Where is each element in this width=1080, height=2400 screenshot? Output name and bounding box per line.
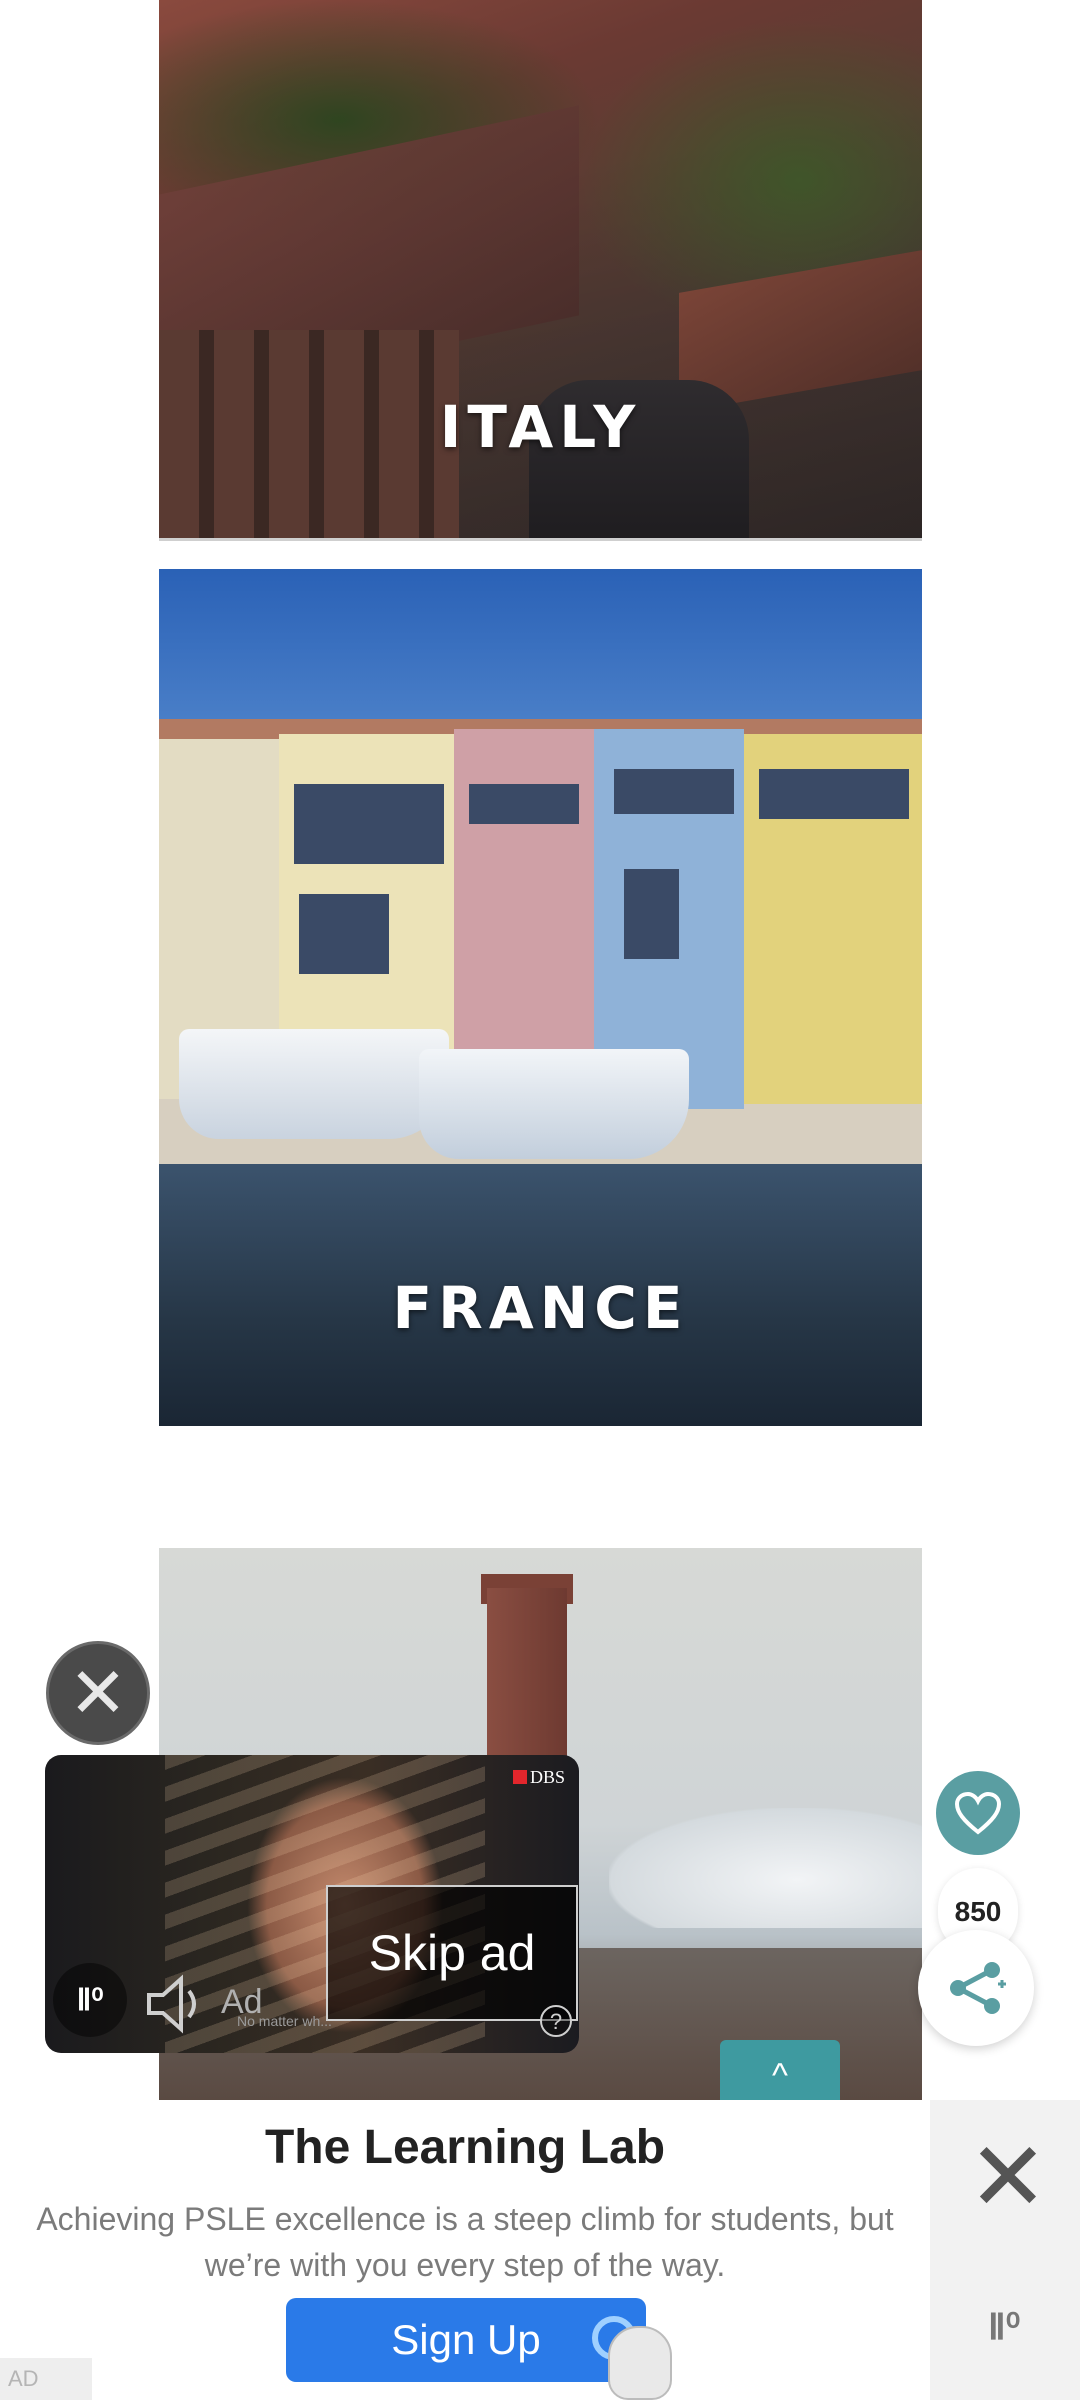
like-button[interactable] — [936, 1771, 1020, 1855]
question-icon[interactable]: ? — [540, 2005, 572, 2037]
close-banner-ad-button[interactable]: ✕ — [966, 2130, 1050, 2226]
window — [624, 869, 679, 959]
player-logo-button[interactable]: Ⅱ⁰ — [53, 1963, 127, 2037]
sign-up-button[interactable]: Sign Up — [286, 2298, 672, 2400]
player-logo-icon: Ⅱ⁰ — [76, 1983, 104, 2017]
ad-network-logo: Ⅱ⁰ — [988, 2306, 1021, 2347]
video-caption: No matter wh... — [237, 2013, 332, 2029]
italy-photo[interactable]: ITALY — [159, 0, 922, 541]
cloud — [609, 1808, 922, 1928]
share-button[interactable] — [918, 1930, 1034, 2046]
mute-button[interactable] — [141, 1969, 211, 2039]
boat — [179, 1029, 449, 1139]
ad-badge: AD — [0, 2358, 92, 2400]
speaker-icon — [147, 1974, 196, 2034]
sign-up-label: Sign Up — [391, 2316, 541, 2363]
brand-text: DBS — [529, 1767, 565, 1787]
window — [299, 894, 389, 974]
boat — [419, 1049, 689, 1159]
skip-ad-button[interactable]: Skip ad — [326, 1885, 578, 2021]
dbs-logo: DBS — [512, 1767, 565, 1788]
france-label: FRANCE — [392, 1274, 689, 1342]
close-icon: ✕ — [68, 1654, 128, 1732]
window — [759, 769, 909, 819]
window — [294, 784, 444, 864]
share-icon — [950, 1962, 1006, 2014]
france-photo[interactable]: FRANCE — [159, 569, 922, 1426]
close-video-ad-button[interactable]: ✕ — [46, 1641, 150, 1745]
skip-ad-label: Skip ad — [368, 1925, 536, 1981]
scroll-to-top-button[interactable]: ^ — [720, 2040, 840, 2100]
banner-ad-title: The Learning Lab — [264, 2121, 666, 2174]
banner-ad-description: Achieving PSLE excellence is a steep cli… — [36, 2201, 894, 2283]
italy-label: ITALY — [439, 393, 642, 461]
pointer-hand-icon — [608, 2326, 672, 2400]
like-count: 850 — [954, 1896, 1002, 1927]
heart-icon — [954, 1791, 1002, 1835]
window — [469, 784, 579, 824]
chevron-up-icon: ^ — [772, 2057, 788, 2095]
window — [614, 769, 734, 814]
close-icon: ✕ — [967, 2124, 1049, 2231]
